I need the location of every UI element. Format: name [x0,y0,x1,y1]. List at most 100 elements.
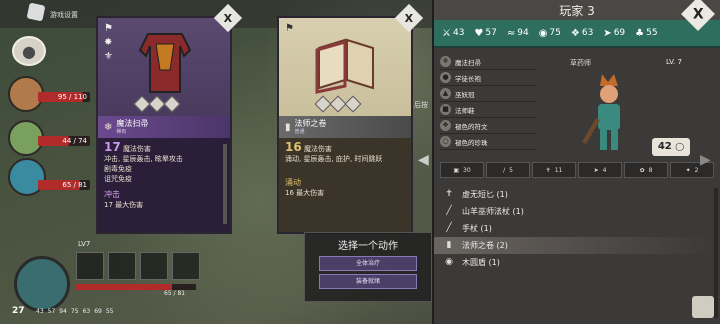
character-big-stat: 27 [12,306,25,316]
card-cost: 17 [104,140,121,154]
profile-button[interactable]: ● [12,36,46,66]
equip-slot-head[interactable]: ▲ 巫妖冠 [440,86,536,102]
close-icon: X [404,11,414,25]
sword-icon: ⚔ [442,27,451,39]
party-member-1[interactable]: 95 / 110 [8,76,90,112]
broom-icon: ❄ [440,56,451,67]
card-title-bar: ▮ 法师之卷 普通 [279,116,411,138]
hp-bar: 44 / 74 [38,136,90,146]
equipment-list: ❄ 魔法扫帚 ● 学徒长袍 ▲ 巫妖冠 ■ 法师鞋 ❖ 褪色的符文 ○ 褪色的珍珠 [440,54,536,150]
card-scrollbar[interactable] [223,144,227,224]
inventory-item[interactable]: ◉ 木圆盾 (1) [434,254,710,271]
eye-icon: ◉ [538,27,548,39]
ability-slot-3[interactable] [140,252,168,280]
hp-bar: 65 / 81 [38,180,90,190]
stat-rune: ❖ 63 [570,27,594,39]
card-body: 16 魔法伤害 涌动, 星辰轰击, 庇护, 时间跳跃 涌动 16 最大伤害 [279,138,411,232]
hp-value: 95 / 110 [57,93,87,101]
character-stats: 43 57 94 75 63 69 55 [36,308,114,315]
card-sub-text: 16 最大伤害 [285,189,325,197]
inventory-item[interactable]: ✝ 虚无短匕 (1) [434,186,710,203]
card-effect-text: 涌动, 星辰轰击, 庇护, 时间跳跃 [285,155,383,163]
arrow-icon: ➤ [593,166,599,174]
book-icon: ▮ [446,239,452,250]
card-sub-title: 涌动 [285,178,301,187]
party-member-2[interactable]: 44 / 74 [8,120,90,156]
person-icon: ● [22,41,36,61]
inventory-item[interactable]: ╱ 山羊巫师法杖 (1) [434,203,710,220]
back-label[interactable]: 后按 [414,100,428,110]
party-member-3[interactable]: 65 / 81 [8,158,90,196]
ability-slot-1[interactable] [76,252,104,280]
equip-slot-trinket-1[interactable]: ❖ 褪色的符文 [440,118,536,134]
avatar [8,158,46,196]
pearl-icon: ○ [440,136,451,147]
close-icon: X [692,5,704,22]
player-panel: 玩家 3 X ⚔ 43 ♥ 57 ≈94 ◉ 75 ❖ 63 ➤ 69 ♣ 55 ❄ 魔法扫帚… [432,0,720,324]
equip-slot-feet[interactable]: ■ 法师鞋 [440,102,536,118]
settings-label[interactable]: 游戏设置 [50,10,78,20]
dice-icon[interactable] [26,2,46,22]
equip-slot-weapon[interactable]: ❄ 魔法扫帚 [440,54,536,70]
heal-all-button[interactable]: 全体治疗 [319,256,417,271]
equip-ready-button[interactable]: 装备就绪 [319,274,417,289]
resource-3: ✝ 11 [532,162,576,178]
character-level: LV7 [78,240,91,248]
card-extra-1: 剧毒免疫 [104,165,132,173]
hp-value: 65 / 81 [62,181,87,189]
card-name: 魔法扫帚 [116,119,149,128]
inventory-item[interactable]: ╱ 手杖 (1) [434,220,710,237]
stat-mana: ≈94 [506,27,529,39]
book-icon: ▮ [285,121,291,133]
stat-health: ♥ 57 [474,27,497,39]
round-shield-icon: ◉ [445,256,453,267]
dagger-icon: ✝ [545,166,551,174]
inventory-item-selected[interactable]: ▮ 法师之卷 (2) [434,237,710,254]
card-rarity: 稀有 [116,129,127,135]
resource-1: ▣ 30 [440,162,484,178]
book-icon [315,38,374,94]
hp-value: 44 / 74 [62,137,87,145]
broom-icon: ❄ [104,121,113,133]
card-tag-icons: ⚑ ✸ ⚜ [104,23,113,62]
wing-icon: ➤ [603,27,612,39]
card-title-bar: ❄ 魔法扫帚 稀有 [98,116,230,138]
spark-icon: ✦ [685,166,691,174]
character-portrait[interactable] [14,256,70,312]
journal-icon[interactable] [692,296,714,318]
character-level: LV. 7 [666,58,682,66]
resource-4: ➤ 4 [578,162,622,178]
ability-slot-4[interactable] [172,252,200,280]
crown-icon: ▲ [440,88,451,99]
inventory-scrollbar[interactable] [714,188,718,318]
robe-icon: ● [440,72,451,83]
feather-icon: ✿ [639,166,645,174]
card-sub-text: 17 最大伤害 [104,201,144,209]
card-effect-title: 魔法伤害 [303,145,332,153]
panel-title: 玩家 3 [434,0,720,20]
resource-2: /5 [486,162,530,178]
resource-row: ▣ 30 /5 ✝ 11 ➤ 4 ✿ 8 ✦ 2 [440,162,714,178]
card-gems [314,95,362,113]
cane-icon: ╱ [446,222,452,233]
action-menu: 选择一个动作 全体治疗 装备就绪 [304,232,432,302]
equip-slot-trinket-2[interactable]: ○ 褪色的珍珠 [440,134,536,150]
item-card-magic-broom[interactable]: ⚑ ✸ ⚜ ❄ 魔法扫帚 稀有 17 魔法伤害 冲击, 星辰轰击, 眩晕攻击 剧毒免… [96,3,243,234]
prev-arrow[interactable]: ◀ [418,152,429,168]
card-art: ⚑ ✸ ⚜ [98,18,230,116]
resource-5: ✿ 8 [624,162,668,178]
player-stat-bar: ⚔ 43 ♥ 57 ≈94 ◉ 75 ❖ 63 ➤ 69 ♣ 55 [434,20,720,48]
equip-slot-body[interactable]: ● 学徒长袍 [440,70,536,86]
character-hp-value: 65 / 81 [164,290,186,297]
card-body: 17 魔法伤害 冲击, 星辰轰击, 眩晕攻击 剧毒免疫 诅咒免疫 冲击 17 最… [98,138,230,232]
stat-perception: ◉ 75 [538,27,561,39]
item-card-mage-tome[interactable]: ⚑ ▮ 法师之卷 普通 16 魔法伤害 涌动, 星辰轰击, 庇护, 时间跳跃 涌… [277,3,424,234]
next-arrow[interactable]: ▶ [700,152,711,168]
robe-icon [138,33,192,93]
card-sub-title: 冲击 [104,190,120,199]
card-extra-2: 诅咒免疫 [104,175,132,183]
character-class: 草药师 [570,59,591,67]
action-menu-title: 选择一个动作 [338,241,398,252]
card-effect-text: 冲击, 星辰轰击, 眩晕攻击 [104,155,183,163]
ability-slot-2[interactable] [108,252,136,280]
